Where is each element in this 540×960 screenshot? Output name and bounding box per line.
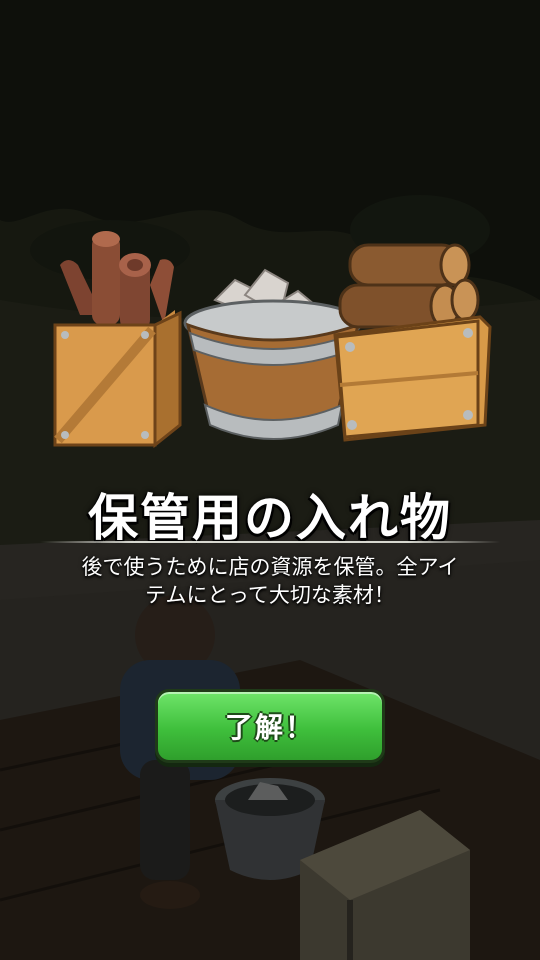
title-divider <box>40 541 500 543</box>
description-line-2: テムにとって大切な素材！ <box>145 583 395 607</box>
confirm-button-label: 了解！ <box>224 711 315 744</box>
leather-crate-icon <box>53 231 182 449</box>
stone-bucket-icon <box>183 268 363 440</box>
popup-description: 後で使うために店の資源を保管。全アイ テムにとって大切な素材！ <box>40 553 500 609</box>
description-line-1: 後で使うために店の資源を保管。全アイ <box>81 555 459 579</box>
popup-title: 保管用の入れ物 <box>88 489 452 547</box>
log-crate-icon <box>333 243 492 442</box>
confirm-button[interactable]: 了解！ <box>155 689 385 763</box>
reward-illustration <box>53 231 492 449</box>
